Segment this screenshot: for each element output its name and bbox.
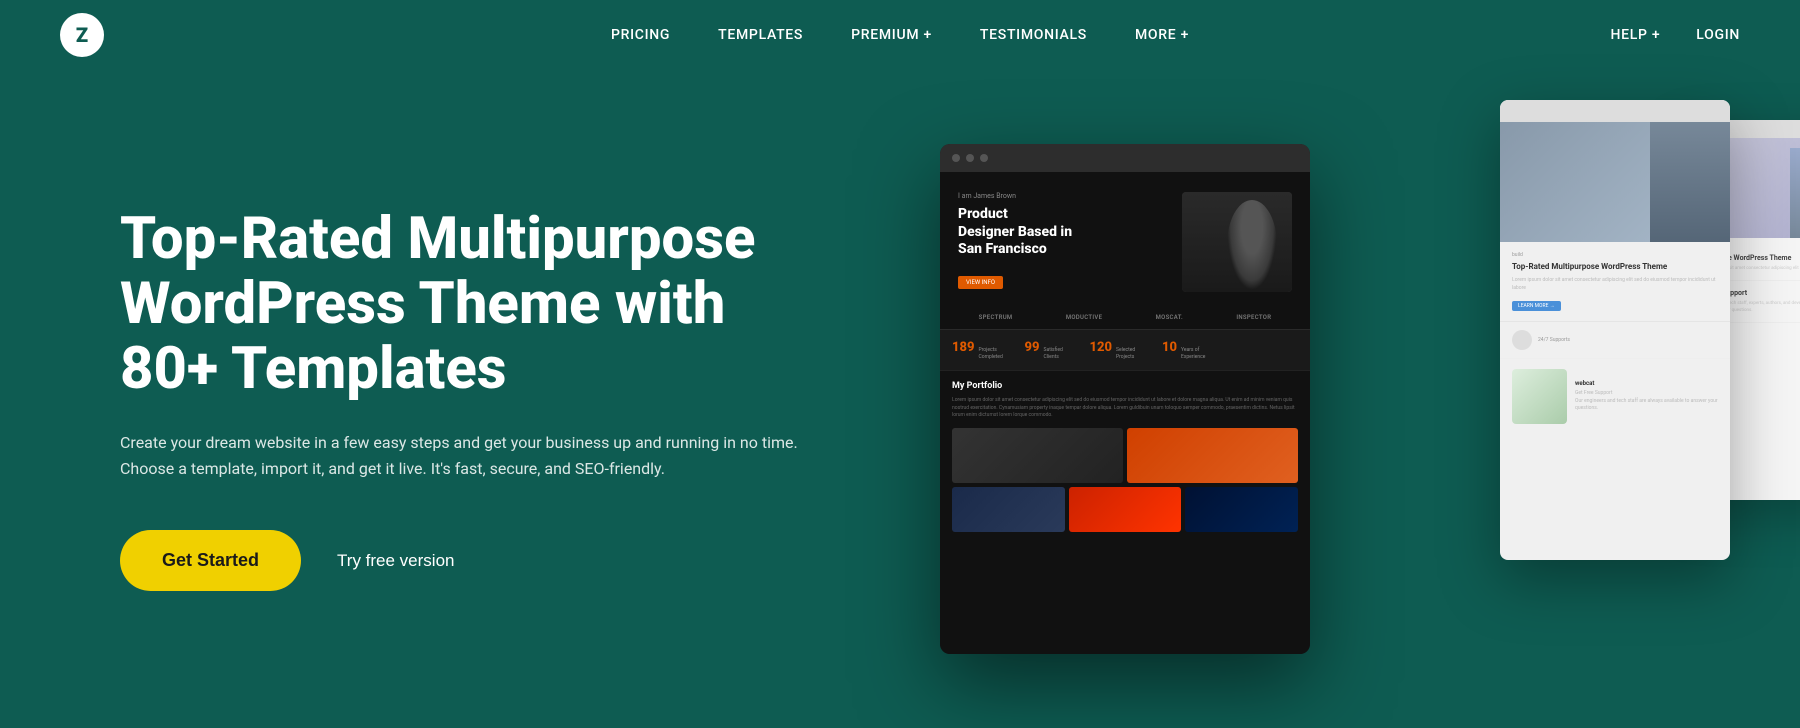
mock-portfolio-title: My Portfolio <box>952 381 1298 391</box>
mock-portfolio-text: Lorem ipsum dolor sit amet consectetur a… <box>952 397 1298 420</box>
mock-logo-inspector: Inspector <box>1236 314 1271 321</box>
nav-testimonials[interactable]: TESTIMONIALS <box>980 27 1087 43</box>
get-started-button[interactable]: Get Started <box>120 530 301 591</box>
mock-grid-item-0 <box>952 428 1123 483</box>
mock-grid-item-1 <box>1127 428 1298 483</box>
nav-pricing[interactable]: PRICING <box>611 27 670 43</box>
light-person-info: webcat Get Free Support Our engineers an… <box>1575 380 1718 413</box>
nav-login[interactable]: LOGIN <box>1696 27 1740 43</box>
mock-stat-num-1: 99 <box>1025 340 1040 355</box>
light-person-image <box>1512 369 1567 424</box>
mock-grid-bottom-item-0 <box>952 487 1065 532</box>
mock-portfolio-grid-top <box>952 428 1298 483</box>
nav-more[interactable]: MORE + <box>1135 27 1189 43</box>
mock-eyebrow: I am James Brown <box>958 192 1172 200</box>
nav-right-links: HELP + LOGIN <box>1611 27 1741 43</box>
nav-help[interactable]: HELP + <box>1611 27 1661 43</box>
mock-logos-bar: SPECTRUM mODUCTive MOSCAT. Inspector <box>940 306 1310 330</box>
mock-person-silhouette <box>1182 192 1292 292</box>
navigation: Z PRICING TEMPLATES PREMIUM + TESTIMONIA… <box>0 0 1800 70</box>
mock-stat-1: 99 Satisfied Clients <box>1025 340 1074 360</box>
mock-title: ProductDesigner Based inSan Francisco <box>958 206 1172 259</box>
light-person-name: webcat <box>1575 380 1718 387</box>
mock-stat-label-0: Projects Completed <box>979 347 1009 360</box>
nav-premium[interactable]: PREMIUM + <box>851 27 932 43</box>
light-build-label: build <box>1512 252 1718 258</box>
nav-center-links: PRICING TEMPLATES PREMIUM + TESTIMONIALS… <box>611 27 1189 43</box>
mock-stat-3: 10 Years of Experience <box>1162 340 1211 360</box>
mockup-main: I am James Brown ProductDesigner Based i… <box>940 144 1310 654</box>
nav-templates[interactable]: TEMPLATES <box>718 27 803 43</box>
mock-stat-num-3: 10 <box>1162 340 1177 355</box>
mock-portfolio-grid-bottom <box>952 487 1298 532</box>
logo[interactable]: Z <box>60 13 104 57</box>
mock-stat-label-3: Years of Experience <box>1181 347 1211 360</box>
mockup-secondary: build Top-Rated Multi­purpose WordPress … <box>1500 100 1730 560</box>
mock-stat-0: 189 Projects Completed <box>952 340 1009 360</box>
light-support-text: 24/7 Supports <box>1538 337 1570 343</box>
mock-stats-row: 189 Projects Completed 99 Satisfied Clie… <box>940 330 1310 371</box>
hero-section: Top-Rated Multipurpose WordPress Theme w… <box>0 70 1800 728</box>
mock-grid-bottom-item-1 <box>1069 487 1182 532</box>
browser-dot-1 <box>952 154 960 162</box>
logo-letter: Z <box>76 23 88 47</box>
light-hero-image <box>1500 122 1730 242</box>
hero-left-content: Top-Rated Multipurpose WordPress Theme w… <box>120 207 940 592</box>
browser-dot-2 <box>966 154 974 162</box>
light-free-support: Get Free Support <box>1575 390 1718 398</box>
hero-right-mockups: I am James Brown ProductDesigner Based i… <box>940 70 1680 728</box>
try-free-button[interactable]: Try free version <box>337 551 454 571</box>
mock-hero-image <box>1182 192 1292 292</box>
light-learn-more-badge: LEARN MORE → <box>1512 301 1561 311</box>
light-support-row: 24/7 Supports <box>1500 322 1730 359</box>
mock-hero-text: I am James Brown ProductDesigner Based i… <box>958 192 1172 289</box>
light-description: Our engineers and tech staff are always … <box>1575 398 1718 413</box>
mock-portfolio-section: My Portfolio Lorem ipsum dolor sit amet … <box>940 371 1310 538</box>
light-build-text: Lorem ipsum dolor sit amet consectetur a… <box>1512 277 1718 292</box>
light-section-build: build Top-Rated Multi­purpose WordPress … <box>1500 242 1730 322</box>
browser-dot-3 <box>980 154 988 162</box>
browser-content-main: I am James Brown ProductDesigner Based i… <box>940 172 1310 654</box>
mock-hero-section: I am James Brown ProductDesigner Based i… <box>940 172 1310 306</box>
mock-grid-bottom-item-2 <box>1185 487 1298 532</box>
hero-description: Create your dream website in a few easy … <box>120 430 800 483</box>
mock-stat-label-1: Satisfied Clients <box>1044 347 1074 360</box>
mock-stat-num-2: 120 <box>1090 340 1113 355</box>
browser-bar-secondary <box>1500 100 1730 122</box>
hero-buttons: Get Started Try free version <box>120 530 940 591</box>
mock-stat-label-2: Selected Projects <box>1116 347 1146 360</box>
mock-view-info-btn: VIEW INFO <box>958 276 1003 289</box>
mock-stat-2: 120 Selected Projects <box>1090 340 1147 360</box>
secondary-content: build Top-Rated Multi­purpose WordPress … <box>1500 122 1730 560</box>
hero-title: Top-Rated Multipurpose WordPress Theme w… <box>120 207 820 402</box>
light-support-icon <box>1512 330 1532 350</box>
light-person-row: webcat Get Free Support Our engineers an… <box>1500 359 1730 434</box>
mock-stat-num-0: 189 <box>952 340 975 355</box>
mock-logo-moductive: mODUCTive <box>1066 314 1102 321</box>
mock-logo-moscat: MOSCAT. <box>1156 314 1183 321</box>
mock-logo-spectrum: SPECTRUM <box>979 314 1013 321</box>
browser-bar-main <box>940 144 1310 172</box>
light-build-title: Top-Rated Multi­purpose WordPress Theme <box>1512 262 1718 271</box>
